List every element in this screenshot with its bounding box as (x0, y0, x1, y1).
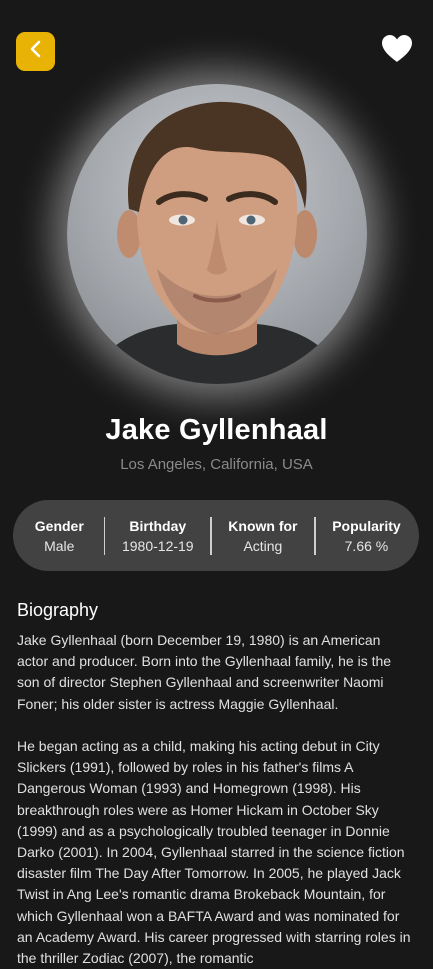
portrait-image (87, 101, 347, 384)
stat-popularity: Popularity 7.66 % (332, 518, 400, 554)
person-name: Jake Gyllenhaal (105, 414, 328, 446)
avatar (67, 84, 367, 384)
stat-value: Acting (243, 537, 283, 554)
place-of-birth: Los Angeles, California, USA (120, 456, 313, 473)
biography-text: Jake Gyllenhaal (born December 19, 1980)… (17, 632, 411, 967)
stat-divider (103, 516, 106, 555)
stat-label: Popularity (332, 517, 401, 534)
stat-gender: Gender Male (31, 518, 87, 554)
back-button[interactable] (16, 32, 55, 71)
stat-value: Male (44, 537, 75, 554)
stat-label: Birthday (129, 517, 187, 534)
biography-title: Biography (17, 600, 99, 620)
stat-label: Known for (228, 517, 298, 534)
heart-icon (381, 34, 413, 68)
stat-value: 7.66 % (344, 537, 389, 554)
stat-known-for: Known for Acting (228, 518, 297, 554)
chevron-left-icon (26, 39, 46, 64)
favorite-button[interactable] (381, 34, 413, 68)
stat-divider (210, 516, 212, 555)
stat-divider (314, 516, 316, 555)
stat-birthday: Birthday 1980-12-19 (122, 518, 194, 554)
stats-panel: Gender Male Birthday 1980-12-19 Known fo… (13, 500, 419, 571)
stat-value: 1980-12-19 (121, 537, 194, 554)
stat-label: Gender (34, 517, 84, 534)
